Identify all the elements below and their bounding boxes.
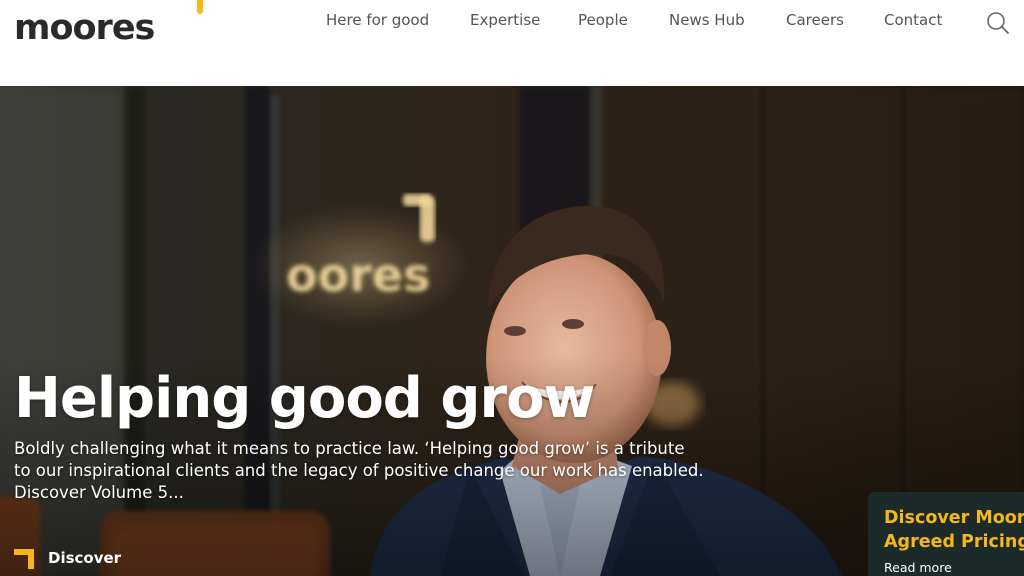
nav-item-contact[interactable]: Contact: [884, 11, 942, 29]
hero-description-line: Boldly challenging what it means to prac…: [14, 439, 685, 458]
nav-item-news-hub[interactable]: News Hub: [669, 11, 745, 29]
moores-logo[interactable]: moores: [14, 8, 155, 48]
hero-description-line: to our inspirational clients and the leg…: [14, 461, 704, 480]
hero-title: Helping good grow: [14, 366, 595, 431]
promo-title-line: Discover Moores: [884, 508, 1024, 528]
corner-bracket-icon: [14, 547, 34, 569]
hero-description-line: Discover Volume 5...: [14, 483, 184, 502]
search-icon[interactable]: [985, 10, 1011, 36]
promo-title-line: Agreed Pricing: [884, 532, 1024, 552]
read-more-link[interactable]: Read more: [884, 560, 1024, 575]
site-header: moores Here for good Expertise People Ne…: [0, 0, 1024, 86]
nav-item-expertise[interactable]: Expertise: [470, 11, 540, 29]
hero-banner: oores Helping good grow Boldly c: [0, 86, 1024, 576]
promo-card-agreed-pricing[interactable]: Discover Moores Agreed Pricing Read more: [868, 492, 1024, 576]
nav-item-careers[interactable]: Careers: [786, 11, 844, 29]
nav-item-here-for-good[interactable]: Here for good: [326, 11, 429, 29]
hero-description: Boldly challenging what it means to prac…: [14, 438, 734, 504]
discover-link[interactable]: Discover: [14, 546, 121, 570]
nav-item-people[interactable]: People: [578, 11, 628, 29]
promo-title: Discover Moores Agreed Pricing: [884, 506, 1024, 554]
discover-label: Discover: [48, 549, 122, 567]
logo-accent-mark: [197, 0, 203, 14]
